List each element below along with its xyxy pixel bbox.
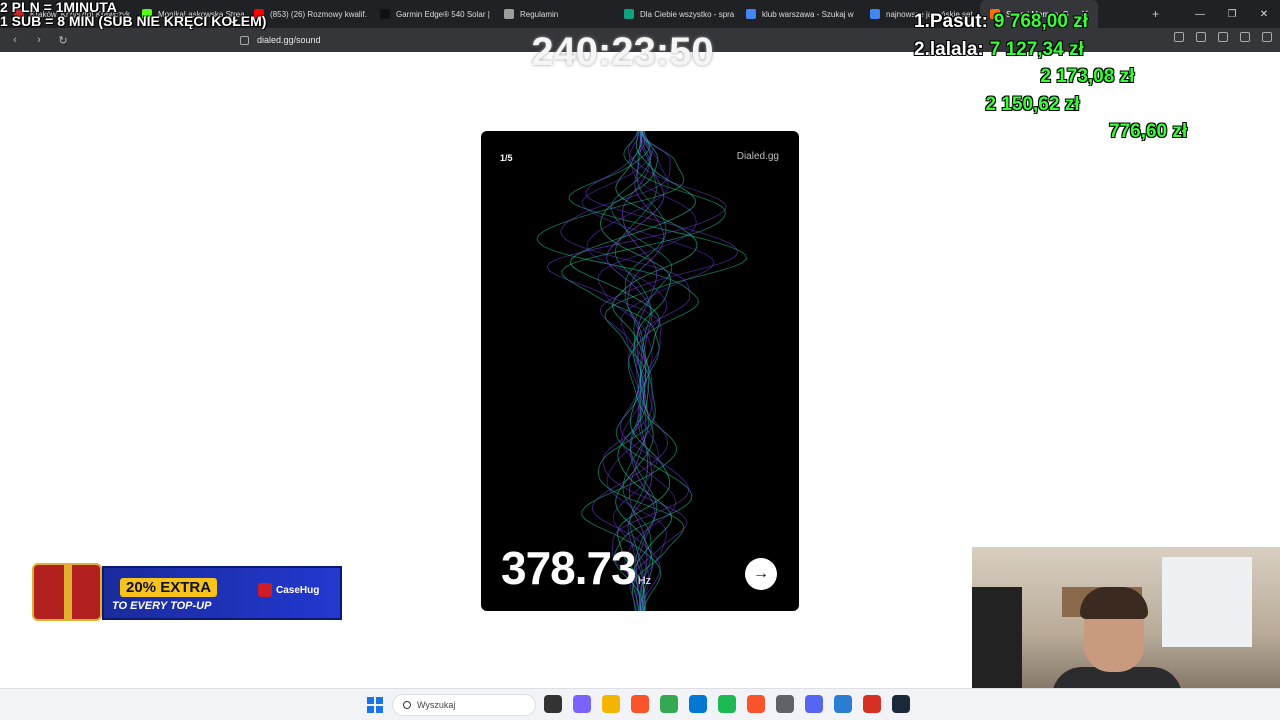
waveform-line (581, 131, 715, 611)
spotify-icon[interactable] (718, 695, 736, 713)
taskbar-search[interactable]: Wyszukaj (392, 694, 536, 716)
frequency-value: 378.73 (501, 542, 637, 594)
donation-amount: 2 150,62 zł (985, 93, 1080, 115)
search-icon (403, 701, 411, 709)
donation-rule-line: 1 SUB = 8 MIN (SUB NIE KRĘCI KOŁEM) (0, 13, 267, 29)
tab-label[interactable]: klub warszawa - Szukaj w (762, 10, 854, 19)
sponsor-name: CaseHug (276, 584, 320, 596)
banner-headline: 20% EXTRA (120, 578, 218, 597)
windows-logo-icon (367, 697, 374, 704)
banner-subline: TO EVERY TOP-UP (112, 600, 212, 612)
browser-tab[interactable]: Garmin Edge® 540 Solar | (370, 0, 494, 28)
url-text[interactable]: dialed.gg/sound (257, 35, 321, 45)
frequency-readout: 378.73 Hz (501, 541, 651, 595)
browser-tab[interactable]: klub warszawa - Szukaj w (736, 0, 860, 28)
frequency-unit: Hz (637, 575, 652, 587)
next-button[interactable]: → (745, 558, 777, 590)
tab-label[interactable]: Dla Ciebie wszystko - spra (640, 10, 734, 19)
store-icon[interactable] (689, 695, 707, 713)
round-counter: 1/5 (500, 153, 513, 163)
restore-icon[interactable]: ❐ (1216, 0, 1248, 28)
tab-favicon-icon (870, 9, 880, 19)
sound-card: 1/5 Dialed.gg 378.73 Hz → (481, 131, 799, 611)
tab-favicon-icon (746, 9, 756, 19)
donation-rule-overlay: 2 PLN = 1MINUTA 1 SUB = 8 MIN (SUB NIE K… (0, 0, 266, 28)
waveform-line (568, 131, 748, 611)
minimize-icon[interactable]: — (1184, 0, 1216, 28)
donation-leaderboard: 1.Pasut: 9 768,00 zł 2.lalala: 7 127,34 zł 3… (914, 8, 1187, 146)
steam-icon[interactable] (892, 695, 910, 713)
task-view-icon[interactable] (544, 695, 562, 713)
chrome-icon[interactable] (660, 695, 678, 713)
tab-favicon-icon (624, 9, 634, 19)
donor-name: 1.Pasut: (914, 11, 988, 32)
brave-icon[interactable] (631, 695, 649, 713)
windows-logo-icon (376, 706, 383, 713)
stream-timer: 240:23:50 (531, 30, 714, 74)
tab-favicon-icon (380, 9, 390, 19)
window-controls: — ❐ ✕ (1184, 0, 1280, 28)
sponsor-logo: CaseHug (258, 583, 319, 597)
donor-name: 3.centuriond: (914, 66, 1035, 87)
tab-favicon-icon (504, 9, 514, 19)
donation-amount: 7 127,34 zł (989, 38, 1084, 60)
screen: + — ❐ ✕ Kraków, Krzysztof Krawczyk Monika… (0, 0, 1280, 720)
gift-box-icon (32, 563, 102, 621)
close-window-icon[interactable]: ✕ (1248, 0, 1280, 28)
arrow-right-icon: → (753, 565, 769, 582)
leaderboard-row: 3.centuriond: 2 173,08 zł (914, 63, 1187, 91)
forward-icon[interactable]: › (32, 34, 46, 46)
waveform-line (536, 131, 699, 611)
notepad-icon[interactable] (834, 695, 852, 713)
copilot-icon[interactable] (573, 695, 591, 713)
reload-icon[interactable]: ↻ (56, 34, 70, 47)
discord-icon[interactable] (805, 695, 823, 713)
brave-active-icon[interactable] (747, 695, 765, 713)
leaderboard-row: 1.Pasut: 9 768,00 zł (914, 8, 1187, 36)
waveform-visual (536, 131, 748, 611)
donor-name: 4.alpik: (914, 93, 980, 115)
browser-tab[interactable]: Dla Ciebie wszystko - spra (614, 0, 736, 28)
back-icon[interactable]: ‹ (8, 34, 22, 46)
app-icon[interactable] (863, 695, 881, 713)
streamer-hair (1080, 587, 1148, 619)
leaderboard-row: 2.lalala: 7 127,34 zł (914, 36, 1187, 64)
extension-icon[interactable] (1196, 32, 1206, 42)
windows-taskbar: Wyszukaj (0, 688, 1280, 720)
taskbar-apps (544, 695, 910, 713)
casehug-logo-icon (258, 583, 272, 597)
window-scene (1162, 557, 1252, 647)
donation-amount: 9 768,00 zł (993, 11, 1088, 32)
file-explorer-icon[interactable] (602, 695, 620, 713)
tab-label[interactable]: Regulamin (520, 10, 558, 19)
donor-name: 2.lalala: (914, 38, 984, 60)
extension-icon[interactable] (1218, 32, 1228, 42)
brand-label: Dialed.gg (736, 151, 779, 162)
menu-icon[interactable] (1262, 32, 1272, 42)
donation-rule-line: 2 PLN = 1MINUTA (0, 0, 117, 15)
leaderboard-row: 5.Penetrator dziurek: 776,60 zł (914, 118, 1187, 146)
donation-amount: 2 173,08 zł (1040, 66, 1135, 87)
tab-label[interactable]: (853) (26) Rozmowy kwalif. (270, 10, 367, 19)
leaderboard-row: 4.alpik: 2 150,62 zł (914, 91, 1187, 119)
site-info-icon[interactable] (240, 35, 249, 45)
calculator-icon[interactable] (776, 695, 794, 713)
donation-amount: 776,60 zł (1109, 121, 1188, 142)
windows-logo-icon (376, 697, 383, 704)
windows-logo-icon (367, 706, 374, 713)
sidebar-icon[interactable] (1240, 32, 1250, 42)
donor-name: 5.Penetrator dziurek: (914, 121, 1103, 142)
start-button[interactable] (367, 697, 383, 713)
toolbar-extensions (1174, 32, 1272, 42)
tab-label[interactable]: Garmin Edge® 540 Solar | (396, 10, 490, 19)
search-placeholder[interactable]: Wyszukaj (417, 700, 455, 710)
sponsor-banner: 20% EXTRA TO EVERY TOP-UP CaseHug (32, 563, 342, 621)
browser-tab[interactable]: Regulamin (494, 0, 614, 28)
